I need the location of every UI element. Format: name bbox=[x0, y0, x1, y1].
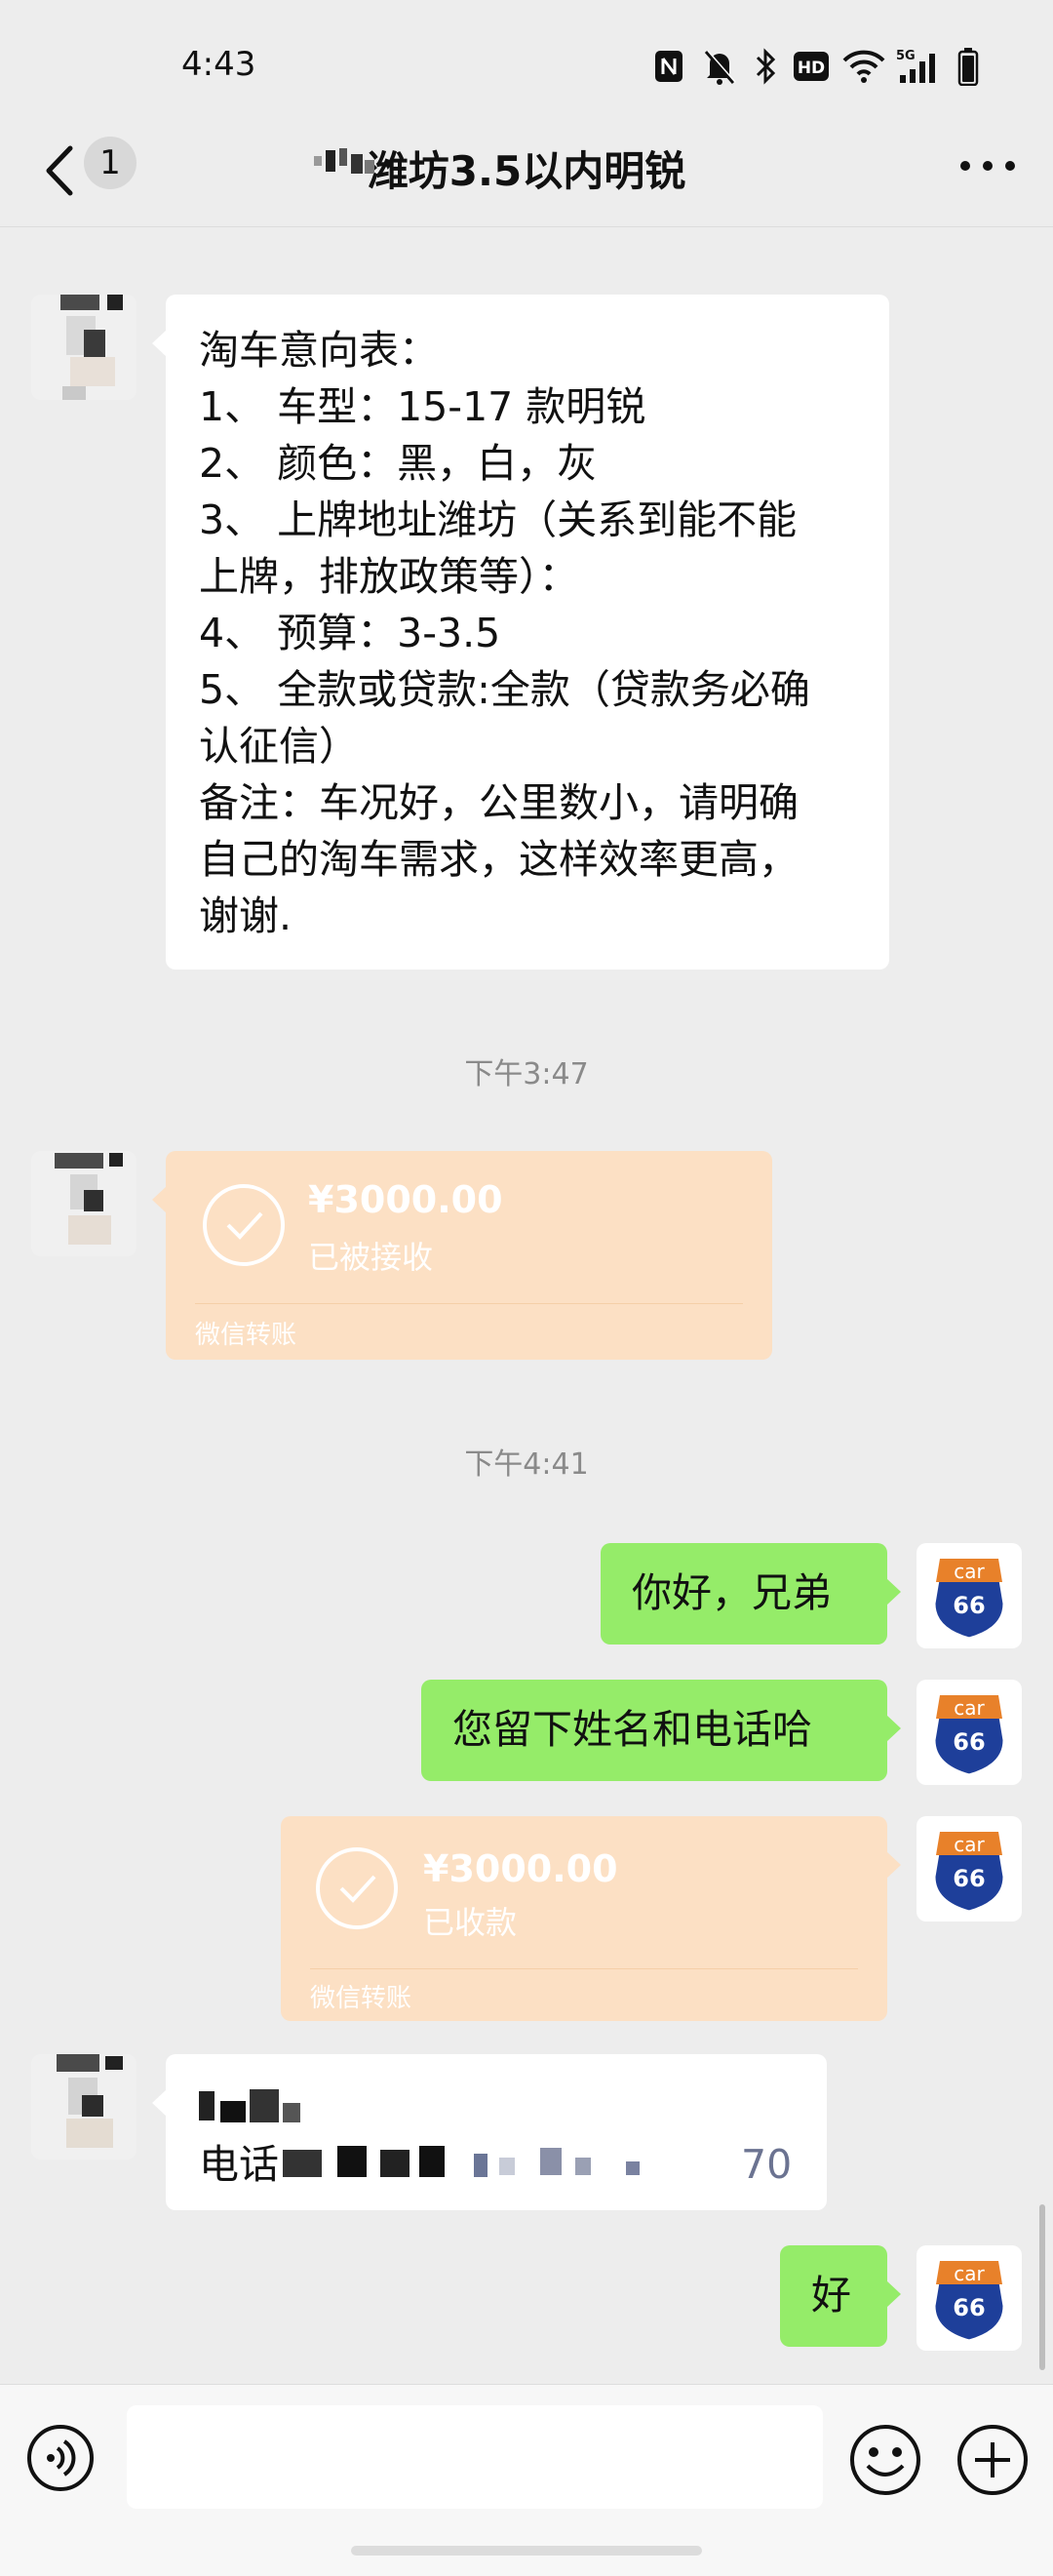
self-avatar[interactable]: car 66 bbox=[916, 2245, 1022, 2351]
avatar-badge-text: car bbox=[954, 1560, 985, 1583]
self-avatar[interactable]: car 66 bbox=[916, 1543, 1022, 1648]
intent-form-line: 3、 上牌地址潍坊（关系到能不能 bbox=[199, 496, 798, 543]
svg-text:HD: HD bbox=[798, 59, 825, 78]
svg-text:5G: 5G bbox=[896, 49, 916, 63]
status-time: 4:43 bbox=[181, 45, 256, 84]
battery-icon bbox=[954, 47, 983, 86]
transfer-status: 已被接收 bbox=[308, 1239, 434, 1276]
bluetooth-icon bbox=[751, 47, 780, 86]
plus-icon[interactable] bbox=[956, 2423, 1030, 2497]
voice-icon[interactable] bbox=[25, 2423, 96, 2493]
transfer-amount: ¥3000.00 bbox=[423, 1847, 618, 1890]
sent-message-bubble[interactable]: 您留下姓名和电话哈 bbox=[421, 1680, 901, 1781]
home-indicator[interactable] bbox=[351, 2546, 702, 2556]
message-text: 好 bbox=[811, 2272, 851, 2318]
transfer-card[interactable]: ¥3000.00 已被接收 微信转账 bbox=[152, 1151, 772, 1360]
intent-form-line: 淘车意向表： bbox=[199, 327, 439, 374]
contact-avatar[interactable] bbox=[31, 295, 136, 400]
title-mosaic bbox=[314, 146, 374, 181]
intent-form-line: 认征信） bbox=[199, 723, 359, 770]
5g-signal-icon: 5G bbox=[895, 47, 948, 86]
intent-form-line: 5、 全款或贷款:全款（贷款务必确 bbox=[199, 666, 810, 713]
timestamp: 下午3:47 bbox=[464, 1057, 589, 1091]
sent-message-bubble[interactable]: 你好，兄弟 bbox=[601, 1543, 901, 1645]
intent-form-bubble[interactable]: 淘车意向表： 1、 车型：15-17 款明锐 2、 颜色：黑，白，灰 3、 上牌… bbox=[152, 295, 889, 970]
transfer-footer: 微信转账 bbox=[310, 1984, 412, 2013]
timestamp: 下午4:41 bbox=[464, 1447, 589, 1482]
sent-message-bubble[interactable]: 好 bbox=[780, 2245, 901, 2347]
intent-form-line: 4、 预算：3-3.5 bbox=[199, 610, 501, 656]
avatar-badge-number: 66 bbox=[953, 2294, 985, 2321]
transfer-footer: 微信转账 bbox=[195, 1321, 297, 1350]
phone-suffix: 70 bbox=[741, 2141, 793, 2188]
intent-form-line: 自己的淘车需求，这样效率更高， bbox=[199, 836, 799, 883]
emoji-icon[interactable] bbox=[848, 2423, 922, 2497]
transfer-divider bbox=[195, 1303, 743, 1304]
hd-icon: HD bbox=[792, 47, 831, 86]
mute-icon bbox=[700, 47, 739, 86]
check-circle-icon bbox=[203, 1184, 285, 1266]
self-avatar[interactable]: car 66 bbox=[916, 1816, 1022, 1922]
intent-form-line: 上牌，排放政策等）： bbox=[199, 553, 579, 600]
avatar-badge-text: car bbox=[954, 1833, 985, 1856]
redacted-phone bbox=[283, 2144, 712, 2183]
more-icon[interactable] bbox=[954, 146, 1022, 185]
transfer-amount: ¥3000.00 bbox=[308, 1178, 503, 1221]
contact-info-bubble[interactable]: 电话 70 bbox=[152, 2054, 827, 2210]
self-avatar[interactable]: car 66 bbox=[916, 1680, 1022, 1785]
message-text: 你好，兄弟 bbox=[632, 1569, 832, 1616]
chat-title: 潍坊3.5以内明锐 bbox=[367, 147, 686, 195]
avatar-badge-text: car bbox=[954, 2262, 985, 2285]
avatar-badge-text: car bbox=[954, 1696, 985, 1720]
nfc-icon bbox=[651, 47, 686, 86]
intent-form-line: 备注：车况好，公里数小，请明确 bbox=[199, 779, 799, 826]
avatar-badge-number: 66 bbox=[953, 1592, 985, 1619]
redacted-name bbox=[199, 2081, 306, 2126]
message-text: 您留下姓名和电话哈 bbox=[452, 1706, 812, 1753]
transfer-status: 已收款 bbox=[423, 1904, 518, 1941]
transfer-card[interactable]: ¥3000.00 已收款 微信转账 bbox=[281, 1816, 901, 2021]
avatar-badge-number: 66 bbox=[953, 1728, 985, 1756]
check-circle-icon bbox=[316, 1847, 398, 1929]
intent-form-line: 1、 车型：15-17 款明锐 bbox=[199, 383, 646, 430]
scrollbar-thumb[interactable] bbox=[1039, 2204, 1045, 2370]
phone-label: 电话 bbox=[199, 2141, 279, 2188]
intent-form-line: 谢谢. bbox=[199, 892, 292, 939]
transfer-divider bbox=[310, 1968, 858, 1969]
contact-avatar[interactable] bbox=[31, 2054, 136, 2160]
avatar-badge-number: 66 bbox=[953, 1865, 985, 1892]
wifi-icon bbox=[840, 47, 887, 86]
message-input[interactable] bbox=[127, 2405, 823, 2509]
intent-form-line: 2、 颜色：黑，白，灰 bbox=[199, 440, 598, 487]
contact-avatar[interactable] bbox=[31, 1151, 136, 1256]
